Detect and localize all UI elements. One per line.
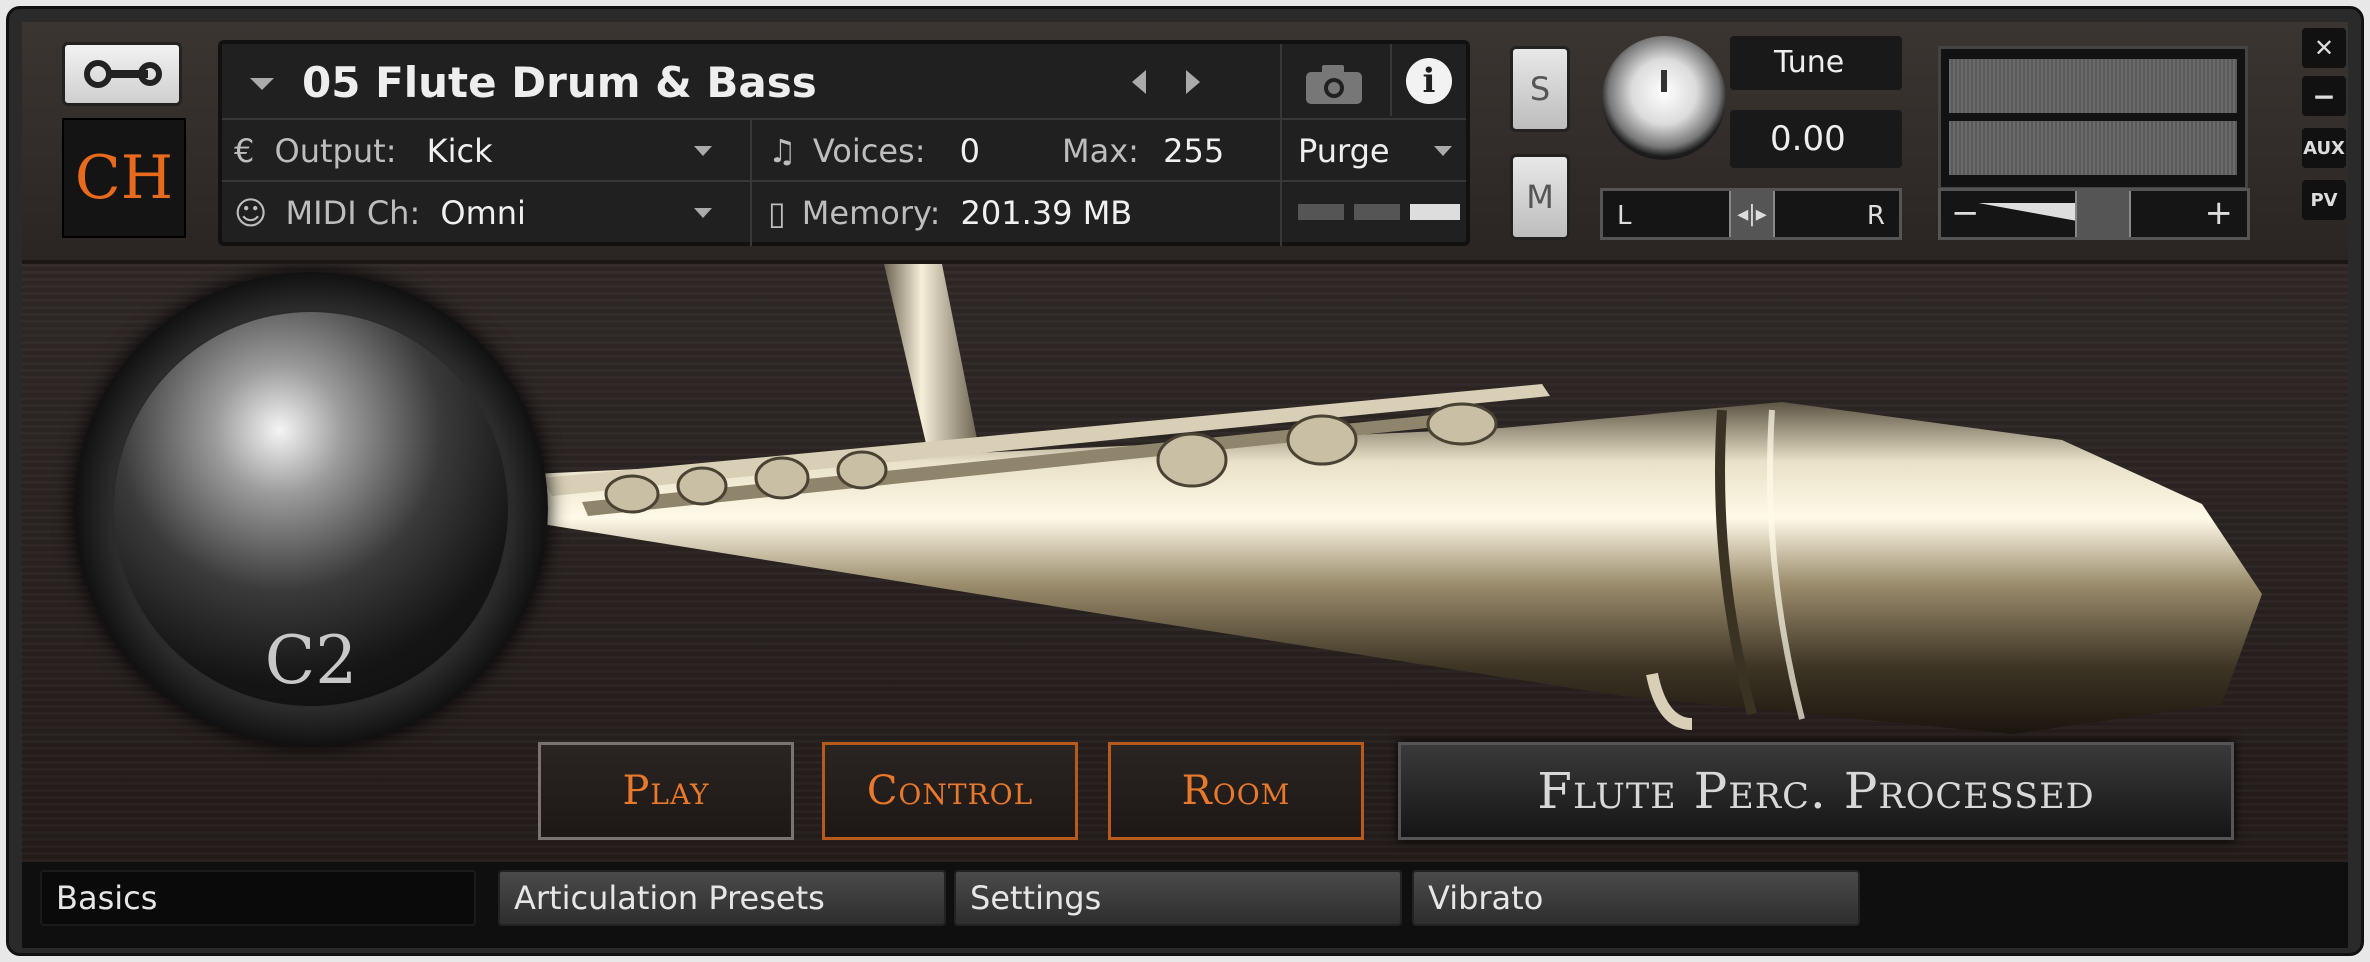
pan-slider[interactable]: L ◂|▸ R (1600, 188, 1902, 240)
pan-right-label: R (1866, 201, 1885, 231)
preset-name-display: Flute Perc. Processed (1398, 742, 2234, 840)
tune-value: 0.00 (1770, 119, 1846, 159)
minimize-instrument-button[interactable]: − (2302, 76, 2346, 116)
volume-handle[interactable] (2075, 191, 2131, 237)
tab-articulation-presets[interactable]: Articulation Presets (498, 870, 946, 926)
note-label: C2 (264, 622, 358, 699)
logo-text: CH (74, 143, 174, 213)
level-meter-right-channel (1949, 121, 2237, 175)
volume-slider[interactable]: − + (1938, 188, 2250, 240)
tune-label: Tune (1774, 45, 1845, 80)
play-label: Play (622, 768, 710, 814)
tab-vibrato-label: Vibrato (1428, 879, 1544, 917)
volume-plus-label: + (2204, 193, 2234, 233)
instrument-name[interactable]: 05 Flute Drum & Bass (302, 58, 817, 107)
pv-label: PV (2310, 189, 2338, 211)
voices-value: 0 (959, 132, 980, 170)
control-label: Control (866, 768, 1034, 814)
voices-label: Voices: (812, 132, 926, 170)
tune-value-display[interactable]: 0.00 (1730, 110, 1902, 168)
preset-name: Flute Perc. Processed (1537, 762, 2095, 820)
output-label: Output: (274, 132, 397, 170)
room-label: Room (1181, 768, 1291, 814)
control-page-button[interactable]: Control (822, 742, 1078, 840)
pan-left-label: L (1617, 201, 1632, 231)
chevron-down-icon (694, 146, 712, 156)
volume-minus-label: − (1951, 193, 1980, 233)
info-icon: i (1422, 61, 1436, 101)
close-instrument-button[interactable]: ✕ (2302, 28, 2346, 68)
output-selector[interactable]: € Output: Kick (234, 132, 493, 170)
chevron-down-icon (694, 208, 712, 218)
prev-instrument-button[interactable] (1132, 70, 1146, 94)
midi-dropdown-arrow[interactable] (694, 208, 712, 218)
solo-label: S (1529, 70, 1551, 108)
tab-settings[interactable]: Settings (954, 870, 1402, 926)
tune-knob[interactable] (1602, 36, 1726, 160)
level-meter (1938, 46, 2248, 190)
room-page-button[interactable]: Room (1108, 742, 1364, 840)
purge-dropdown-arrow[interactable] (1434, 146, 1452, 156)
memory-label: Memory: (801, 194, 941, 232)
mute-label: M (1526, 178, 1554, 216)
output-value: Kick (426, 132, 493, 170)
page-tab-bar: Basics Articulation Presets Settings Vib… (22, 862, 2348, 948)
mute-button[interactable]: M (1510, 154, 1570, 240)
instrument-menu-dropdown[interactable] (250, 78, 274, 90)
tab-articulation-presets-label: Articulation Presets (514, 879, 825, 917)
tune-label-display: Tune (1730, 36, 1902, 90)
output-dropdown-arrow[interactable] (694, 146, 712, 156)
pv-button[interactable]: PV (2302, 180, 2346, 220)
instrument-main-panel: C2 Play Control Room Flute Perc. Process… (22, 264, 2348, 862)
chevron-down-icon (250, 78, 274, 90)
tab-basics[interactable]: Basics (40, 870, 476, 926)
key-trigger-pad[interactable]: C2 (74, 272, 548, 746)
aux-button[interactable]: AUX (2302, 128, 2346, 168)
purge-indicator-1 (1298, 204, 1344, 220)
tab-settings-label: Settings (970, 879, 1102, 917)
max-voices-field[interactable]: Max: 255 (1062, 132, 1224, 170)
midi-channel-selector[interactable]: ☺ MIDI Ch: Omni (234, 194, 526, 232)
instrument-header: CH 05 Flute Drum & Bass i € Output: Kick (22, 22, 2348, 264)
level-meter-left-channel (1949, 59, 2237, 113)
minimize-icon: − (2312, 79, 2336, 113)
purge-indicator-3 (1410, 204, 1460, 220)
library-logo: CH (62, 118, 186, 238)
memory-readout: ▯ Memory: 201.39 MB (768, 194, 1132, 232)
max-label: Max: (1062, 132, 1139, 170)
aux-label: AUX (2303, 137, 2345, 159)
chevron-down-icon (1434, 146, 1452, 156)
memory-icon: ▯ (768, 194, 786, 232)
close-icon: ✕ (2313, 34, 2335, 62)
wrench-icon (84, 60, 162, 88)
voices-icon: ♫ (768, 132, 797, 170)
snapshot-camera-button[interactable] (1302, 62, 1366, 110)
knob-pointer (1661, 70, 1667, 92)
tab-basics-label: Basics (56, 879, 158, 917)
midi-icon: ☺ (234, 194, 268, 232)
max-value: 255 (1163, 132, 1225, 170)
purge-indicator-2 (1354, 204, 1400, 220)
instrument-info-panel: 05 Flute Drum & Bass i € Output: Kick ☺ … (218, 40, 1470, 246)
purge-menu[interactable]: Purge (1298, 132, 1390, 170)
memory-value: 201.39 MB (960, 194, 1133, 232)
midi-value: Omni (440, 194, 526, 232)
purge-label: Purge (1298, 132, 1390, 170)
play-page-button[interactable]: Play (538, 742, 794, 840)
tab-vibrato[interactable]: Vibrato (1412, 870, 1860, 926)
solo-button[interactable]: S (1510, 46, 1570, 132)
output-icon: € (234, 132, 255, 170)
pan-handle[interactable]: ◂|▸ (1729, 191, 1775, 237)
voices-readout: ♫ Voices: 0 (768, 132, 980, 170)
info-button[interactable]: i (1406, 58, 1452, 104)
midi-label: MIDI Ch: (285, 194, 421, 232)
next-instrument-button[interactable] (1186, 70, 1200, 94)
camera-icon (1306, 65, 1362, 104)
edit-wrench-button[interactable] (62, 42, 182, 106)
